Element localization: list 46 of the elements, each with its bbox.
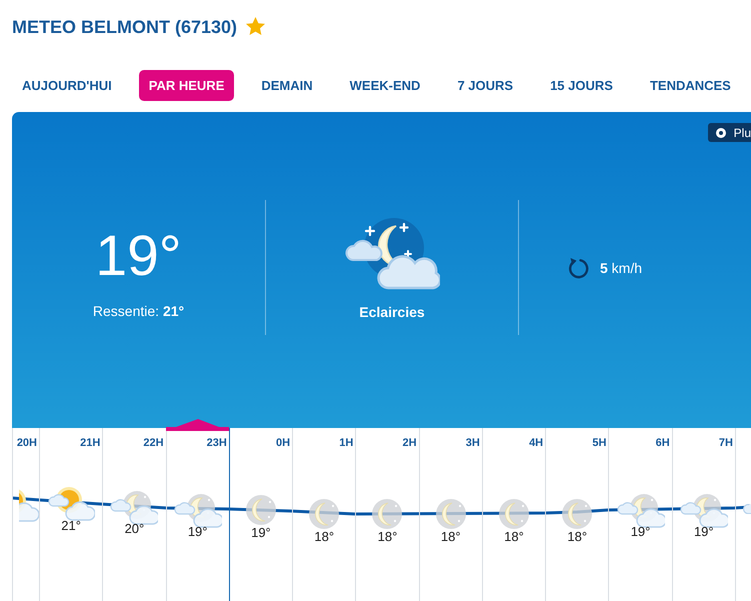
moon-cloud-icon <box>344 218 440 290</box>
sun-cloud-icon <box>47 486 96 522</box>
hour-label: 0H <box>276 436 290 450</box>
feels-like-text: Ressentie: 21° <box>92 302 184 320</box>
hour-temperature: 19° <box>188 525 208 539</box>
hour-temperature: 18° <box>504 530 524 544</box>
condition-text: Eclaircies <box>359 303 425 321</box>
tab[interactable]: DEMAIN <box>251 70 323 101</box>
hour-label: 7H <box>718 436 733 450</box>
hour-label: 20H <box>16 436 37 450</box>
hour-temperature: 19° <box>251 526 271 540</box>
tab[interactable]: WEEK-END <box>340 70 430 101</box>
more-button[interactable]: Plu <box>708 123 751 142</box>
moon-cloud-icon <box>174 492 222 528</box>
tab[interactable]: PAR HEURE <box>138 70 234 101</box>
moon-cloud-icon <box>110 489 158 525</box>
hour-label: 1H <box>339 436 354 450</box>
sun-cloud-icon <box>19 487 39 523</box>
page-title: METEO BELMONT (67130) <box>12 16 238 39</box>
moon-cloud-icon <box>616 492 665 528</box>
hour-label: 2H <box>402 436 417 450</box>
hour-label: 3H <box>466 436 480 450</box>
hour-label: 23H <box>206 436 227 450</box>
tab[interactable]: 15 JOURS <box>540 70 623 101</box>
hour-temperature: 20° <box>124 522 144 536</box>
star-icon[interactable] <box>246 17 266 35</box>
hour-label: 21H <box>80 436 100 450</box>
hour-temperature: 21° <box>61 519 81 533</box>
tab[interactable]: TENDANCES <box>640 70 741 101</box>
hour-label: 6H <box>656 436 670 450</box>
hour-temperature: 18° <box>567 530 588 544</box>
hour-label: 4H <box>529 436 544 450</box>
hour-temperature: 18° <box>440 530 461 544</box>
hour-label: 22H <box>143 436 164 450</box>
temperature-value: 19° <box>95 224 182 288</box>
moon-cloud-icon <box>680 492 728 528</box>
hour-label: 5H <box>592 436 606 450</box>
dot-circle-icon <box>716 128 726 138</box>
circular-arrow-icon <box>567 256 589 278</box>
tab[interactable]: AUJOURD'HUI <box>12 70 122 101</box>
hour-temperature: 19° <box>694 525 714 539</box>
hour-temperature: 19° <box>630 525 650 539</box>
wind-speed: 5 km/h <box>600 260 642 276</box>
hour-temperature: 18° <box>378 530 398 544</box>
hour-temperature: 18° <box>314 530 334 544</box>
tab[interactable]: 7 JOURS <box>447 70 524 101</box>
